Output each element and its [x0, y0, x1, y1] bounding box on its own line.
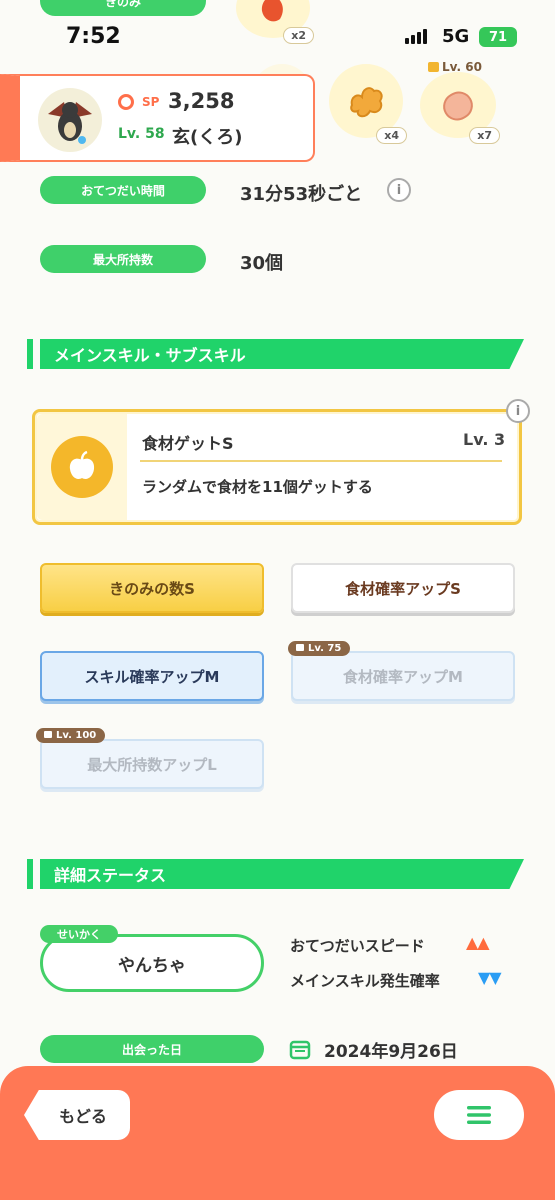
- berry-section-label: きのみ: [40, 0, 206, 16]
- battery-icon: 71: [479, 27, 517, 47]
- nature-tag: せいかく: [40, 925, 118, 943]
- apple-icon: [51, 436, 113, 498]
- divider: [140, 460, 502, 462]
- pokemon-name: 玄(くろ): [172, 127, 243, 148]
- section-marker: [27, 859, 33, 889]
- ginger-qty: x4: [376, 127, 407, 144]
- berry-item[interactable]: x2: [236, 0, 314, 44]
- lock-badge: Lv. 100: [36, 728, 106, 743]
- back-label: もどる: [59, 1107, 107, 1126]
- battery-level: 71: [488, 29, 508, 45]
- berry-icon: [261, 0, 283, 22]
- info-icon[interactable]: i: [387, 178, 411, 202]
- sp-icon: [118, 94, 134, 110]
- dragon-icon: [48, 102, 92, 144]
- nature-value: やんちゃ: [118, 955, 186, 976]
- max-carry-value: 30個: [240, 253, 284, 274]
- calendar-icon: [289, 1038, 311, 1064]
- sub-skill-skill-m[interactable]: スキル確率アップM: [40, 651, 264, 701]
- ginger-item[interactable]: x4: [329, 64, 407, 144]
- help-time-value: 31分53秒ごと: [240, 184, 363, 205]
- lock-icon: [296, 644, 304, 651]
- hamburger-menu-icon: [467, 1106, 491, 1124]
- met-date-value: 2024年9月26日: [324, 1042, 458, 1062]
- sub-skill-max-carry-l[interactable]: 最大所持数アップL: [40, 739, 264, 789]
- lock-badge: Lv. 75: [288, 641, 351, 656]
- sausage-icon: [443, 91, 473, 121]
- pokemon-level: Lv. 58: [118, 126, 165, 142]
- sp-label: SP: [142, 95, 160, 109]
- signal-icon: [405, 29, 427, 44]
- berry-qty: x2: [283, 27, 314, 44]
- status-time: 7:52: [66, 24, 121, 49]
- menu-button[interactable]: [434, 1090, 524, 1140]
- main-skill-level: Lv. 3: [463, 430, 506, 449]
- down-arrows-icon: ▼▼: [478, 968, 502, 987]
- sausage-qty: x7: [469, 127, 500, 144]
- network-label: 5G: [442, 26, 470, 47]
- info-icon[interactable]: i: [506, 399, 530, 423]
- nature-effect-up: おてつだいスピード: [290, 937, 425, 955]
- sub-skill-ingredient-m[interactable]: 食材確率アップM: [291, 651, 515, 701]
- lock-icon: [428, 62, 439, 72]
- ginger-icon: [350, 87, 383, 118]
- sub-skill-ingredient-s[interactable]: 食材確率アップS: [291, 563, 515, 613]
- lock-icon: [44, 731, 52, 738]
- skills-section-header: メインスキル・サブスキル: [40, 339, 524, 369]
- sausage-item[interactable]: x7: [420, 72, 500, 144]
- details-section-header: 詳細ステータス: [40, 859, 524, 889]
- met-date-label: 出会った日: [40, 1035, 264, 1063]
- nature-effect-down: メインスキル発生確率: [290, 972, 440, 990]
- section-marker: [27, 339, 33, 369]
- help-time-label: おてつだい時間: [40, 176, 206, 204]
- sp-value: 3,258: [168, 89, 235, 113]
- max-carry-label: 最大所持数: [40, 245, 206, 273]
- back-button[interactable]: もどる: [24, 1090, 130, 1140]
- main-skill-description: ランダムで食材を11個ゲットする: [142, 478, 373, 496]
- up-arrows-icon: ▲▲: [466, 933, 490, 952]
- main-skill-name: 食材ゲットS: [142, 434, 234, 453]
- pokemon-avatar: [38, 88, 102, 152]
- sub-skill-berry-s[interactable]: きのみの数S: [40, 563, 264, 613]
